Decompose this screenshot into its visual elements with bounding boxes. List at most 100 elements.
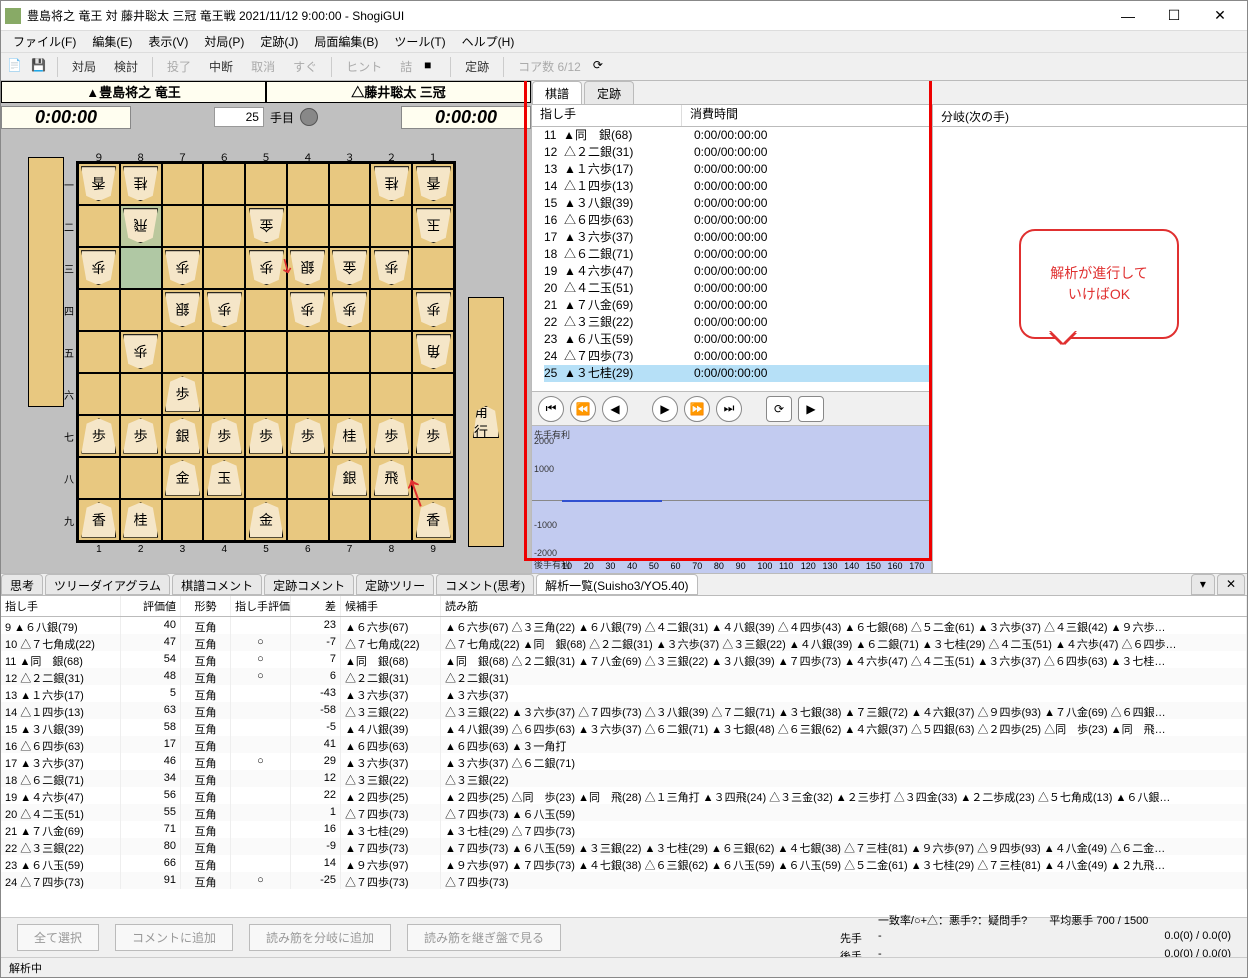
menu-game[interactable]: 対局(P) <box>200 31 248 52</box>
kifu-row[interactable]: 11 ▲同 銀(68)0:00/00:00:00 <box>544 127 931 144</box>
piece[interactable]: 銀 <box>290 250 325 285</box>
piece[interactable]: 香 <box>416 166 451 201</box>
first-button[interactable]: ⏮ <box>538 396 564 422</box>
hand-piece[interactable]: 角行 <box>473 406 499 438</box>
square[interactable]: 歩 <box>203 415 245 457</box>
square[interactable]: 桂 <box>120 163 162 205</box>
shogi-board[interactable]: ９８７６５４３２１ 一二三四五六七八九 香桂桂香飛金玉歩歩歩銀金歩銀歩歩歩歩歩角… <box>76 161 456 543</box>
new-icon[interactable]: 📄 <box>7 58 25 76</box>
square[interactable]: 桂 <box>370 163 412 205</box>
piece[interactable]: 角 <box>416 334 451 369</box>
piece[interactable]: 歩 <box>249 250 284 285</box>
piece[interactable]: 香 <box>416 502 451 537</box>
square[interactable]: 歩 <box>370 247 412 289</box>
close-button[interactable]: ✕ <box>1197 2 1243 30</box>
piece[interactable]: 歩 <box>123 334 158 369</box>
square[interactable] <box>203 247 245 289</box>
square[interactable]: 香 <box>412 163 454 205</box>
square[interactable]: 桂 <box>120 499 162 541</box>
kifu-row[interactable]: 14 △１四歩(13)0:00/00:00:00 <box>544 178 931 195</box>
square[interactable] <box>287 499 329 541</box>
kifu-row[interactable]: 12 △２二銀(31)0:00/00:00:00 <box>544 144 931 161</box>
kifu-row[interactable]: 19 ▲４六歩(47)0:00/00:00:00 <box>544 263 931 280</box>
square[interactable] <box>162 499 204 541</box>
square[interactable]: 歩 <box>287 415 329 457</box>
square[interactable] <box>245 457 287 499</box>
square[interactable] <box>245 163 287 205</box>
kifu-row[interactable]: 17 ▲３六歩(37)0:00/00:00:00 <box>544 229 931 246</box>
analysis-row[interactable]: 20 △４二玉(51)55互角1△７四歩(73)△７四歩(73) ▲６八玉(59… <box>1 804 1247 821</box>
analysis-row[interactable]: 23 ▲６八玉(59)66互角14▲９六歩(97)▲９六歩(97) ▲７四歩(7… <box>1 855 1247 872</box>
square[interactable]: 歩 <box>329 289 371 331</box>
square[interactable] <box>120 457 162 499</box>
square[interactable] <box>370 499 412 541</box>
piece[interactable]: 歩 <box>332 292 367 327</box>
analysis-row[interactable]: 10 △７七角成(22)47互角○-7△７七角成(22)△７七角成(22) ▲同… <box>1 634 1247 651</box>
square[interactable] <box>120 289 162 331</box>
kifu-row[interactable]: 25 ▲３七桂(29)0:00/00:00:00 <box>544 365 931 382</box>
square[interactable]: 歩 <box>162 247 204 289</box>
piece[interactable]: 銀 <box>332 460 367 495</box>
hand-white[interactable] <box>28 157 64 407</box>
square[interactable] <box>329 499 371 541</box>
stop-button[interactable]: 中断 <box>203 56 239 77</box>
maximize-button[interactable]: ☐ <box>1151 2 1197 30</box>
kifu-row[interactable]: 24 △７四歩(73)0:00/00:00:00 <box>544 348 931 365</box>
square[interactable]: 歩 <box>78 415 120 457</box>
kifu-row[interactable]: 21 ▲７八金(69)0:00/00:00:00 <box>544 297 931 314</box>
piece[interactable]: 歩 <box>207 292 242 327</box>
menu-position[interactable]: 局面編集(B) <box>310 31 382 52</box>
piece[interactable]: 歩 <box>165 376 200 411</box>
piece[interactable]: 歩 <box>290 418 325 453</box>
piece[interactable]: 歩 <box>416 418 451 453</box>
analyze-button[interactable]: 検討 <box>108 56 144 77</box>
square[interactable]: 歩 <box>412 289 454 331</box>
square[interactable] <box>203 331 245 373</box>
square[interactable]: 香 <box>78 163 120 205</box>
menu-help[interactable]: ヘルプ(H) <box>458 31 519 52</box>
eval-graph[interactable]: 先手有利 2000 1000 -1000 -2000 後手有利 10203040… <box>532 425 931 573</box>
piece[interactable]: 金 <box>332 250 367 285</box>
kifu-row[interactable]: 20 △４二玉(51)0:00/00:00:00 <box>544 280 931 297</box>
square[interactable]: 香 <box>412 499 454 541</box>
square[interactable] <box>287 457 329 499</box>
analysis-row[interactable]: 14 △１四歩(13)63互角-58△３三銀(22)△３三銀(22) ▲３六歩(… <box>1 702 1247 719</box>
square[interactable]: 歩 <box>78 247 120 289</box>
show-board-button[interactable]: 読み筋を継ぎ盤で見る <box>407 924 561 951</box>
square[interactable]: 歩 <box>120 331 162 373</box>
square[interactable] <box>329 331 371 373</box>
save-icon[interactable]: 💾 <box>31 58 49 76</box>
tab-book-tree[interactable]: 定跡ツリー <box>356 574 434 595</box>
square[interactable]: 歩 <box>412 415 454 457</box>
square[interactable] <box>329 205 371 247</box>
prev-button[interactable]: ◀ <box>602 396 628 422</box>
square[interactable]: 香 <box>78 499 120 541</box>
piece[interactable]: 金 <box>165 460 200 495</box>
square[interactable] <box>120 247 162 289</box>
square[interactable]: 金 <box>245 499 287 541</box>
menu-view[interactable]: 表示(V) <box>144 31 192 52</box>
forward-button[interactable]: ⏩ <box>684 396 710 422</box>
square[interactable]: 歩 <box>287 289 329 331</box>
piece[interactable]: 歩 <box>249 418 284 453</box>
square[interactable] <box>412 373 454 415</box>
analysis-row[interactable]: 11 ▲同 銀(68)54互角○7▲同 銀(68)▲同 銀(68) △２二銀(3… <box>1 651 1247 668</box>
square[interactable] <box>245 331 287 373</box>
piece[interactable]: 歩 <box>165 250 200 285</box>
square[interactable] <box>78 457 120 499</box>
piece[interactable]: 飛 <box>123 208 158 243</box>
play-button[interactable]: ▶ <box>798 396 824 422</box>
square[interactable] <box>245 289 287 331</box>
piece[interactable]: 銀 <box>165 292 200 327</box>
piece[interactable]: 歩 <box>81 418 116 453</box>
piece[interactable]: 香 <box>81 166 116 201</box>
square[interactable] <box>203 205 245 247</box>
menu-edit[interactable]: 編集(E) <box>88 31 136 52</box>
menu-joseki[interactable]: 定跡(J) <box>256 31 302 52</box>
kifu-list[interactable]: 11 ▲同 銀(68)0:00/00:00:0012 △２二銀(31)0:00/… <box>532 127 931 391</box>
square[interactable]: 銀 <box>162 415 204 457</box>
piece[interactable]: 歩 <box>374 250 409 285</box>
hand-black[interactable]: 角行 <box>468 297 504 547</box>
analysis-row[interactable]: 9 ▲６八銀(79)40互角23▲６六歩(67)▲６六歩(67) △３三角(22… <box>1 617 1247 634</box>
book-button[interactable]: 定跡 <box>459 56 495 77</box>
